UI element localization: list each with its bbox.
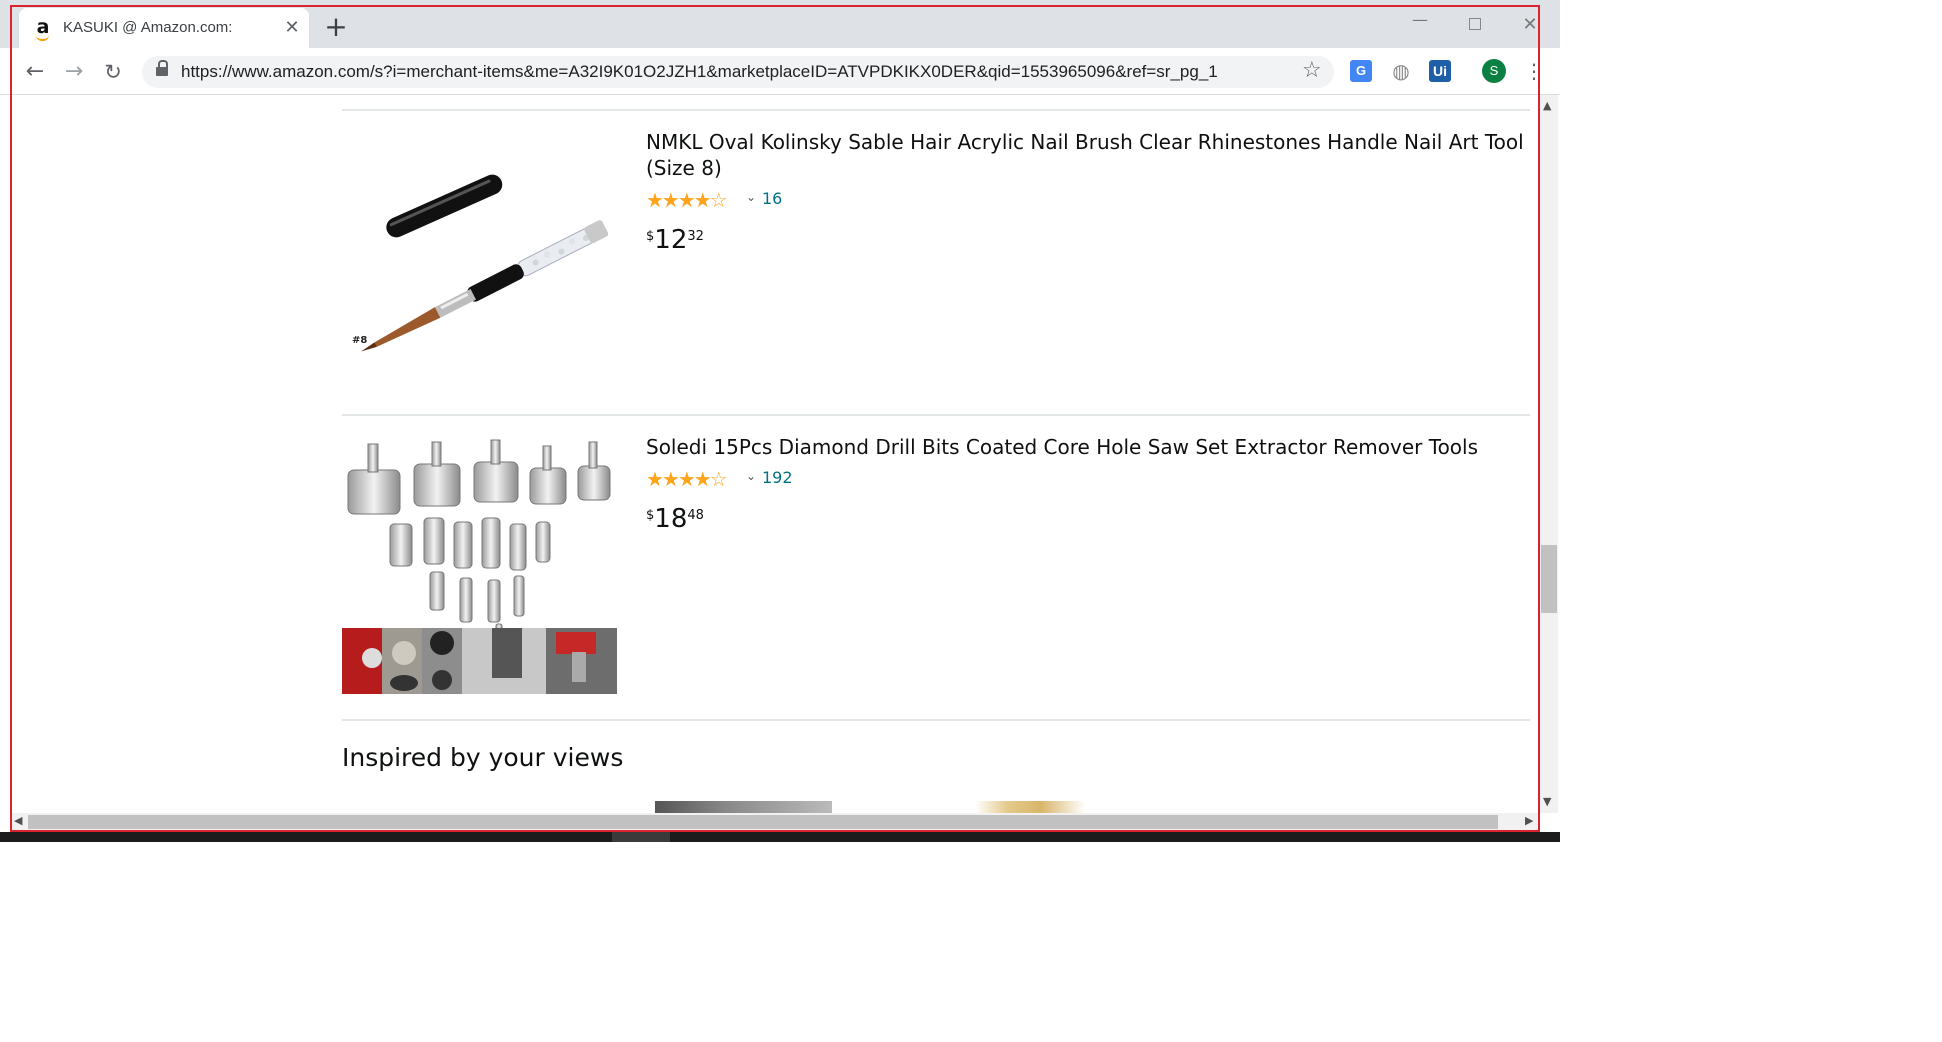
product-image-drill-bits[interactable] — [342, 438, 617, 695]
product-title-link[interactable]: Soledi 15Pcs Diamond Drill Bits Coated C… — [646, 434, 1526, 460]
horizontal-scroll-thumb[interactable] — [28, 815, 1498, 829]
carousel-image[interactable] — [975, 801, 1085, 813]
new-tab-button[interactable]: + — [322, 13, 350, 42]
amazon-a-icon: a — [33, 18, 53, 41]
browser-toolbar: ← → ↻ https://www.amazon.com/s?i=merchan… — [0, 48, 1560, 95]
scroll-down-arrow-icon[interactable]: ▼ — [1543, 795, 1551, 808]
divider — [342, 719, 1530, 721]
product-title-link[interactable]: NMKL Oval Kolinsky Sable Hair Acrylic Na… — [646, 129, 1526, 181]
taskbar — [0, 832, 1560, 842]
product-price[interactable]: $1848 — [646, 504, 704, 534]
product-price[interactable]: $1232 — [646, 225, 704, 255]
minimize-button[interactable]: — — [1405, 12, 1435, 38]
divider — [342, 109, 1530, 111]
scroll-right-arrow-icon[interactable]: ▶ — [1525, 814, 1533, 827]
vertical-scrollbar[interactable]: ▲ ▼ — [1540, 95, 1558, 813]
product-image-nail-brush[interactable]: #8 — [342, 167, 617, 367]
lock-icon[interactable] — [156, 60, 168, 77]
browser-tab[interactable]: a KASUKI @ Amazon.com: ✕ — [19, 8, 309, 48]
chevron-down-icon[interactable]: ⌄ — [746, 469, 756, 483]
tab-strip: a KASUKI @ Amazon.com: ✕ + — ✕ — [0, 0, 1560, 48]
vertical-scroll-thumb[interactable] — [1541, 545, 1557, 613]
taskbar-active-app[interactable] — [612, 832, 670, 842]
close-window-button[interactable]: ✕ — [1515, 12, 1545, 38]
desktop-background — [0, 832, 1942, 1042]
profile-avatar[interactable]: S — [1482, 59, 1506, 83]
back-button[interactable]: ← — [21, 58, 49, 86]
reload-button[interactable]: ↻ — [99, 58, 127, 86]
section-heading: Inspired by your views — [342, 743, 624, 772]
tab-close-icon[interactable]: ✕ — [281, 16, 303, 38]
google-translate-icon[interactable]: G — [1350, 60, 1372, 82]
uipath-icon[interactable]: Ui — [1429, 60, 1451, 82]
review-count-link[interactable]: 16 — [762, 189, 782, 209]
product-result: #8 NMKL Oval Kolinsky Sable Hair Acrylic… — [342, 129, 1530, 399]
forward-button[interactable]: → — [60, 58, 88, 86]
scroll-left-arrow-icon[interactable]: ◀ — [14, 814, 22, 827]
scroll-up-arrow-icon[interactable]: ▲ — [1543, 99, 1551, 112]
star-rating-icon[interactable]: ★★★★☆ — [646, 189, 728, 211]
review-count-link[interactable]: 192 — [762, 468, 793, 488]
restore-button[interactable] — [1460, 12, 1490, 38]
divider — [342, 414, 1530, 416]
globe-icon[interactable]: ◍ — [1390, 60, 1412, 82]
star-rating-icon[interactable]: ★★★★☆ — [646, 468, 728, 490]
horizontal-scrollbar[interactable]: ◀ ▶ — [10, 813, 1540, 831]
menu-dots-icon[interactable]: ⋮ — [1524, 59, 1544, 85]
product-result: Soledi 15Pcs Diamond Drill Bits Coated C… — [342, 434, 1530, 704]
chevron-down-icon[interactable]: ⌄ — [746, 190, 756, 204]
page-content: #8 NMKL Oval Kolinsky Sable Hair Acrylic… — [0, 95, 1540, 813]
bookmark-star-icon[interactable]: ☆ — [1302, 58, 1322, 83]
url-text[interactable]: https://www.amazon.com/s?i=merchant-item… — [181, 62, 1218, 82]
tab-title: KASUKI @ Amazon.com: — [63, 19, 233, 36]
image-caption: #8 — [352, 335, 368, 346]
carousel-image[interactable] — [655, 801, 832, 813]
address-bar[interactable]: https://www.amazon.com/s?i=merchant-item… — [142, 56, 1334, 88]
